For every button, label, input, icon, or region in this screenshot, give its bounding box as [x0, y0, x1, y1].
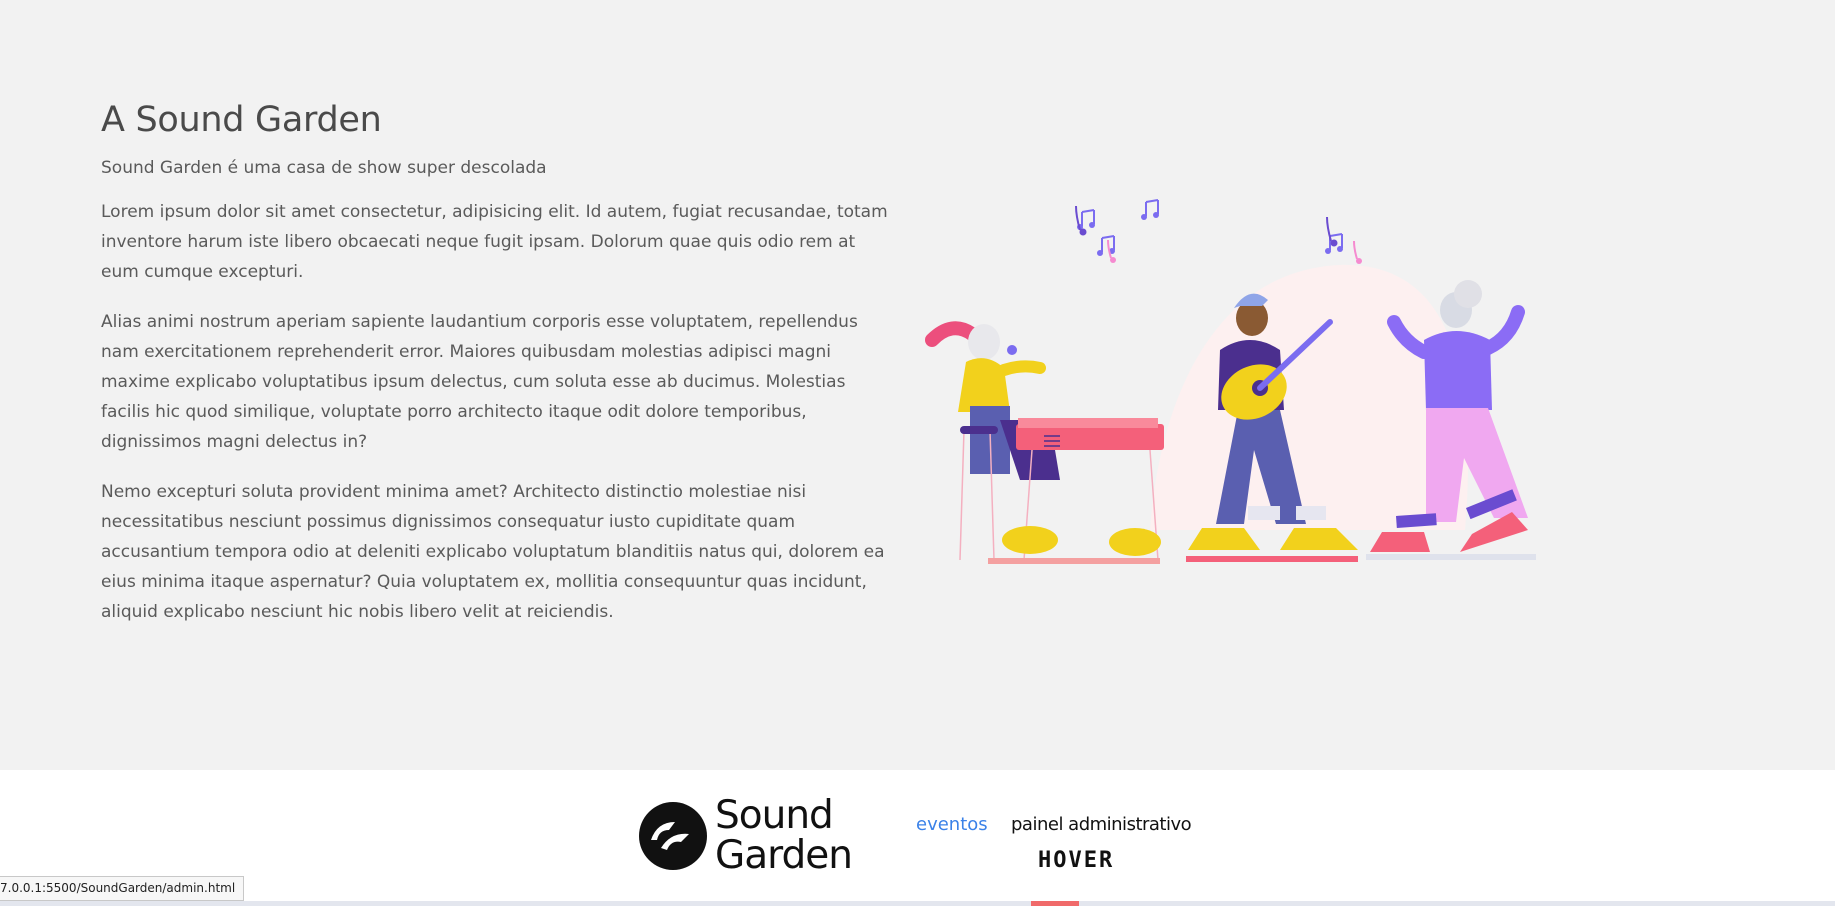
- page-title: A Sound Garden: [101, 100, 382, 140]
- footer-link-painel-administrativo[interactable]: painel administrativo: [1011, 814, 1192, 835]
- about-section: A Sound Garden Sound Garden é uma casa d…: [101, 100, 891, 647]
- page-bottom-accent: [1031, 901, 1079, 906]
- band-playing-illustration: [925, 199, 1536, 564]
- logo-line-1: Sound: [715, 793, 834, 838]
- sound-garden-logo[interactable]: Sound Garden: [637, 793, 853, 878]
- footer-link-eventos[interactable]: eventos: [916, 814, 988, 835]
- paragraph-1: Lorem ipsum dolor sit amet consectetur, …: [101, 202, 888, 282]
- site-footer: Sound Garden eventos painel administrati…: [0, 770, 1835, 906]
- page-bottom-border: [0, 901, 1835, 906]
- hover-label: HOVER: [1038, 848, 1115, 873]
- page-subtitle: Sound Garden é uma casa de show super de…: [101, 158, 547, 178]
- sound-garden-logo-icon: [639, 802, 707, 870]
- paragraph-2: Alias animi nostrum aperiam sapiente lau…: [101, 312, 858, 452]
- paragraph-3: Nemo excepturi soluta provident minima a…: [101, 482, 885, 622]
- logo-line-2: Garden: [715, 833, 853, 878]
- logo-wordmark: Sound Garden: [715, 793, 853, 878]
- status-bar-url: 7.0.0.1:5500/SoundGarden/admin.html: [0, 876, 245, 901]
